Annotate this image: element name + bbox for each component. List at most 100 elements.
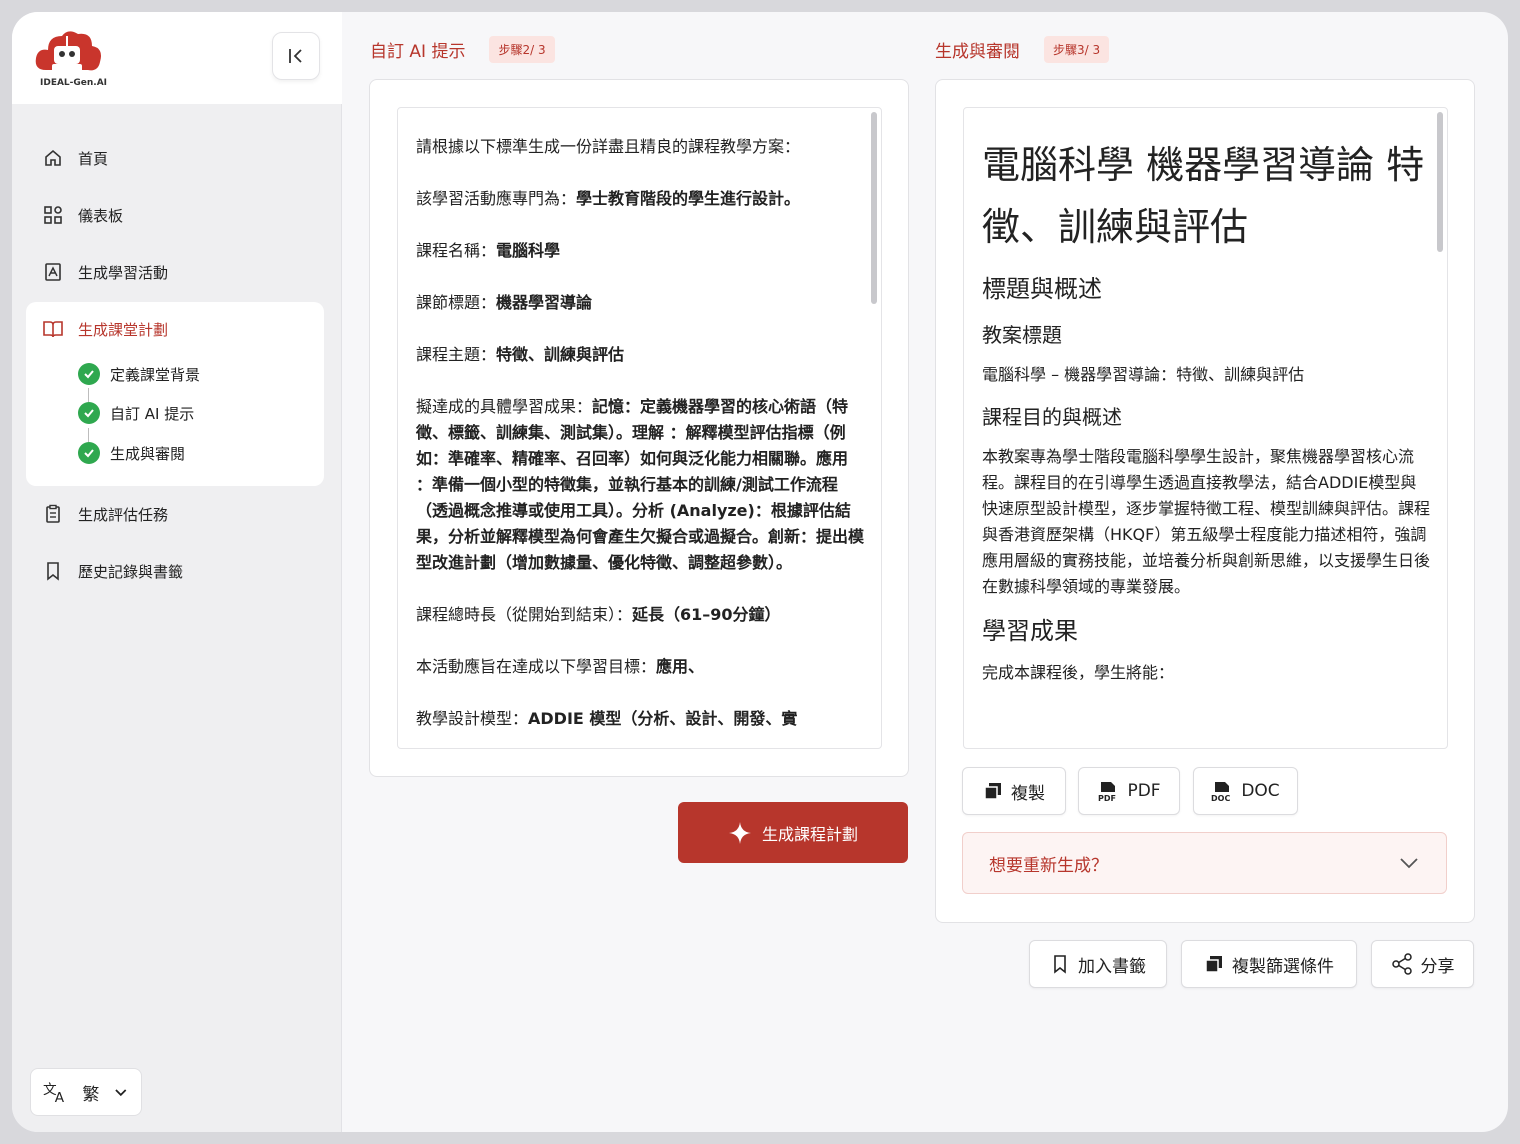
step-connector	[88, 428, 89, 442]
prompt-value: 記憶：定義機器學習的核心術語（特徵、標籤、訓練集、測試集）。理解 ：解釋模型評估…	[416, 397, 865, 572]
review-panel-title: 生成與審閱	[935, 42, 1020, 62]
prompt-paragraph: 請根據以下標準生成一份詳盡且精良的課程教學方案：	[416, 134, 866, 160]
copy-button-label: 複製	[1011, 783, 1045, 804]
check-icon	[78, 402, 100, 424]
step-connector	[88, 388, 89, 402]
sparkle-icon	[728, 821, 751, 844]
translate-icon: 文A	[43, 1082, 65, 1104]
sidebar-item-label: 儀表板	[78, 206, 124, 225]
regenerate-label: 想要重新生成？	[989, 855, 1108, 876]
doc-button-label: DOC	[1241, 781, 1280, 801]
prompt-label: 課程名稱：	[416, 241, 497, 260]
doc-icon: DOC	[1211, 782, 1231, 802]
sub-item-label: 定義課堂背景	[110, 365, 201, 384]
sub-item-generate-review[interactable]: 生成與審閱	[78, 441, 185, 465]
share-button-label: 分享	[1420, 956, 1455, 977]
svg-text:DOC: DOC	[1211, 794, 1230, 802]
prompt-label: 該學習活動應專門為：	[416, 189, 577, 208]
prompt-label: 教學設計模型：	[416, 709, 529, 728]
chevron-down-icon	[115, 1089, 127, 1097]
generate-button-label: 生成課程計劃	[761, 824, 858, 844]
sidebar-item-label: 生成課堂計劃	[78, 320, 169, 339]
lesson-title-heading: 教案標題	[982, 323, 1062, 347]
add-bookmark-button[interactable]: 加入書籤	[1029, 940, 1167, 988]
prompt-paragraph: 課程名稱：電腦科學	[416, 238, 866, 264]
prompt-label: 課程主題：	[416, 345, 497, 364]
document-content: 電腦科學 機器學習導論 特徵、訓練與評估 標題與概述 教案標題 電腦科學 – 機…	[982, 134, 1432, 686]
prompt-label: 擬達成的具體學習成果：	[416, 397, 593, 416]
logo-text: IDEAL-Gen.AI	[40, 78, 108, 88]
prompt-paragraph: 課程主題：特徵、訓練與評估	[416, 342, 866, 368]
prompt-label: 請根據以下標準生成一份詳盡且精良的課程教學方案：	[416, 137, 801, 156]
copy-icon	[984, 783, 1001, 800]
share-button[interactable]: 分享	[1371, 940, 1474, 988]
bookmark-icon	[1054, 955, 1066, 974]
sidebar-item-label: 生成學習活動	[78, 263, 169, 282]
language-label: 繁	[82, 1084, 100, 1105]
prompt-panel: 請根據以下標準生成一份詳盡且精良的課程教學方案： 該學習活動應專門為：學士教育階段…	[369, 79, 909, 777]
logo-area: IDEAL-Gen.AI	[12, 12, 342, 104]
copy-button[interactable]: 複製	[962, 767, 1066, 815]
collapse-sidebar-button[interactable]	[272, 32, 320, 80]
sidebar-item-lesson-plan[interactable]: 生成課堂計劃	[42, 314, 168, 344]
home-icon	[42, 147, 64, 169]
prompt-paragraph: 該學習活動應專門為：學士教育階段的學生進行設計。	[416, 186, 866, 212]
purpose-heading: 課程目的與概述	[982, 405, 1122, 429]
bookmark-icon	[42, 560, 64, 582]
prompt-text: 請根據以下標準生成一份詳盡且精良的課程教學方案： 該學習活動應專門為：學士教育階段…	[416, 134, 866, 748]
logo[interactable]: IDEAL-Gen.AI	[32, 26, 108, 94]
prompt-paragraph: 教學設計模型：ADDIE 模型（分析、設計、開發、實	[416, 706, 866, 732]
prompt-value: 機器學習導論	[496, 293, 593, 312]
prompt-paragraph: 擬達成的具體學習成果：記憶：定義機器學習的核心術語（特徵、標籤、訓練集、測試集）…	[416, 394, 866, 576]
dashboard-icon	[42, 204, 64, 226]
regenerate-accordion[interactable]: 想要重新生成？	[962, 832, 1447, 894]
sidebar-item-activity[interactable]: 生成學習活動	[42, 257, 168, 287]
scrollbar[interactable]	[1437, 112, 1443, 252]
outcomes-intro: 完成本課程後，學生將能：	[982, 663, 1175, 682]
share-icon	[1391, 953, 1412, 975]
pdf-button-label: PDF	[1127, 781, 1161, 801]
doc-download-button[interactable]: DOC DOC	[1193, 767, 1298, 815]
sub-item-label: 自訂 AI 提示	[110, 404, 195, 423]
sidebar-item-label: 生成評估任務	[78, 505, 169, 524]
scrollbar[interactable]	[871, 112, 877, 304]
svg-text:PDF: PDF	[1098, 794, 1116, 802]
prompt-value: 特徵、訓練與評估	[496, 345, 625, 364]
pdf-icon: PDF	[1098, 782, 1116, 802]
check-icon	[78, 363, 100, 385]
prompt-value: 學士教育階段的學生進行設計。	[576, 189, 801, 208]
language-selector[interactable]: 文A 繁	[30, 1068, 142, 1116]
sub-item-custom-prompt[interactable]: 自訂 AI 提示	[78, 401, 194, 425]
sidebar-item-label: 歷史記錄與書籤	[78, 562, 184, 581]
sub-item-define-context[interactable]: 定義課堂背景	[78, 362, 200, 386]
lesson-title-text: 電腦科學 – 機器學習導論：特徵、訓練與評估	[982, 365, 1305, 384]
outcomes-heading: 學習成果	[982, 617, 1078, 645]
purpose-text: 本教案專為學士階段電腦科學學生設計，聚焦機器學習核心流程。課程目的在引導學生透過…	[982, 447, 1431, 596]
prompt-value: 延長（61–90分鐘）	[632, 605, 781, 624]
activity-icon	[42, 261, 64, 283]
prompt-panel-title: 自訂 AI 提示	[370, 42, 466, 62]
step-badge: 步驟2/ 3	[489, 36, 555, 63]
sub-item-label: 生成與審閱	[110, 444, 186, 463]
check-icon	[78, 442, 100, 464]
prompt-paragraph: 課程總時長（從開始到結束）：延長（61–90分鐘）	[416, 602, 866, 628]
collapse-icon	[289, 49, 302, 63]
pdf-download-button[interactable]: PDF PDF	[1078, 767, 1180, 815]
sidebar-item-history[interactable]: 歷史記錄與書籤	[42, 556, 183, 586]
prompt-label: 課程總時長（從開始到結束）：	[416, 605, 633, 624]
generated-document[interactable]: 電腦科學 機器學習導論 特徵、訓練與評估 標題與概述 教案標題 電腦科學 – 機…	[963, 107, 1448, 749]
sidebar-item-assessment[interactable]: 生成評估任務	[42, 499, 168, 529]
prompt-value: 應用、	[656, 657, 705, 676]
copy-filters-button[interactable]: 複製篩選條件	[1181, 940, 1357, 988]
book-icon	[42, 318, 64, 340]
step-badge: 步驟3/ 3	[1044, 36, 1110, 63]
prompt-paragraph: 本活動應旨在達成以下學習目標：應用、	[416, 654, 866, 680]
generate-lesson-plan-button[interactable]: 生成課程計劃	[678, 802, 908, 863]
sidebar-item-home[interactable]: 首頁	[42, 143, 108, 173]
prompt-editor[interactable]: 請根據以下標準生成一份詳盡且精良的課程教學方案： 該學習活動應專門為：學士教育階段…	[397, 107, 882, 749]
prompt-label: 課節標題：	[416, 293, 497, 312]
prompt-paragraph: 課節標題：機器學習導論	[416, 290, 866, 316]
sidebar: IDEAL-Gen.AI 首頁 儀表板 生成學習活動 生成課堂計劃 定義課堂背景	[12, 12, 342, 1132]
prompt-label: 本活動應旨在達成以下學習目標：	[416, 657, 657, 676]
sidebar-item-dashboard[interactable]: 儀表板	[42, 200, 123, 230]
